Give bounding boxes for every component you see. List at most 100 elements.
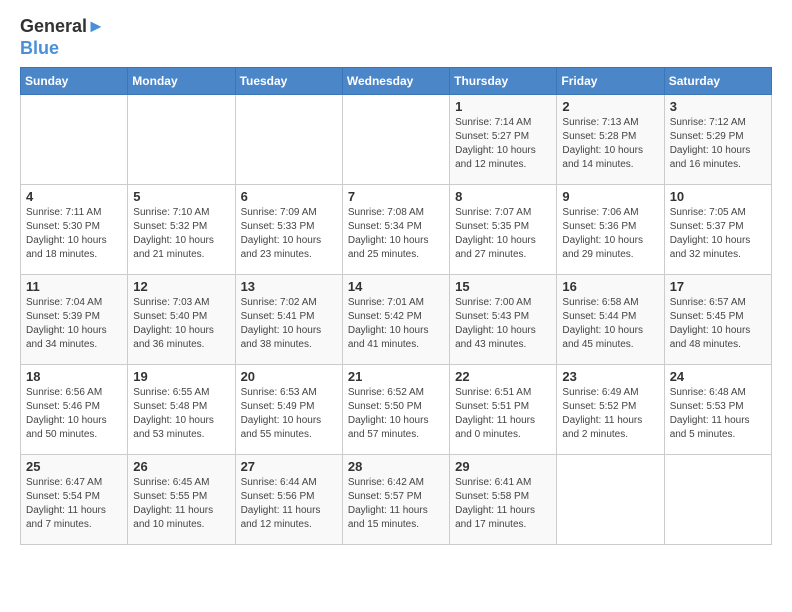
day-of-week-header: Friday bbox=[557, 68, 664, 95]
calendar-day-cell: 21 Sunrise: 6:52 AM Sunset: 5:50 PM Dayli… bbox=[342, 365, 449, 455]
day-number: 17 bbox=[670, 279, 766, 294]
calendar-day-cell: 18Sunrise: 6:56 AM Sunset: 5:46 PM Dayli… bbox=[21, 365, 128, 455]
day-info: Sunrise: 7:00 AM Sunset: 5:43 PM Dayligh… bbox=[455, 296, 551, 352]
day-info: Sunrise: 7:13 AM Sunset: 5:28 PM Dayligh… bbox=[562, 116, 658, 172]
day-number: 27 bbox=[241, 459, 337, 474]
day-number: 1 bbox=[455, 99, 551, 114]
calendar-day-cell: 13 Sunrise: 7:02 AM Sunset: 5:41 PM Dayli… bbox=[235, 275, 342, 365]
calendar-day-cell: 28 Sunrise: 6:42 AM Sunset: 5:57 PM Dayli… bbox=[342, 455, 449, 545]
day-number: 20 bbox=[241, 369, 337, 384]
day-info: Sunrise: 6:58 AM Sunset: 5:44 PM Dayligh… bbox=[562, 296, 658, 352]
day-of-week-header: Sunday bbox=[21, 68, 128, 95]
calendar-day-cell bbox=[128, 95, 235, 185]
day-info: Sunrise: 7:04 AM Sunset: 5:39 PM Dayligh… bbox=[26, 296, 122, 352]
day-info: Sunrise: 7:09 AM Sunset: 5:33 PM Dayligh… bbox=[241, 206, 337, 262]
day-of-week-header: Thursday bbox=[450, 68, 557, 95]
day-number: 21 bbox=[348, 369, 444, 384]
day-info: Sunrise: 7:05 AM Sunset: 5:37 PM Dayligh… bbox=[670, 206, 766, 262]
calendar-day-cell: 14 Sunrise: 7:01 AM Sunset: 5:42 PM Dayli… bbox=[342, 275, 449, 365]
day-number: 24 bbox=[670, 369, 766, 384]
calendar-day-cell bbox=[557, 455, 664, 545]
day-number: 10 bbox=[670, 189, 766, 204]
calendar-day-cell: 27 Sunrise: 6:44 AM Sunset: 5:56 PM Dayli… bbox=[235, 455, 342, 545]
day-of-week-header: Saturday bbox=[664, 68, 771, 95]
day-number: 23 bbox=[562, 369, 658, 384]
day-of-week-header: Tuesday bbox=[235, 68, 342, 95]
day-info: Sunrise: 6:55 AM Sunset: 5:48 PM Dayligh… bbox=[133, 386, 229, 442]
day-number: 11 bbox=[26, 279, 122, 294]
day-number: 26 bbox=[133, 459, 229, 474]
day-info: Sunrise: 6:57 AM Sunset: 5:45 PM Dayligh… bbox=[670, 296, 766, 352]
calendar-week-row: 11 Sunrise: 7:04 AM Sunset: 5:39 PM Dayli… bbox=[21, 275, 772, 365]
calendar-day-cell bbox=[342, 95, 449, 185]
day-number: 28 bbox=[348, 459, 444, 474]
day-info: Sunrise: 6:47 AM Sunset: 5:54 PM Dayligh… bbox=[26, 476, 122, 532]
day-number: 3 bbox=[670, 99, 766, 114]
day-number: 14 bbox=[348, 279, 444, 294]
calendar-day-cell: 12 Sunrise: 7:03 AM Sunset: 5:40 PM Dayli… bbox=[128, 275, 235, 365]
calendar-day-cell: 19 Sunrise: 6:55 AM Sunset: 5:48 PM Dayli… bbox=[128, 365, 235, 455]
calendar-day-cell: 5 Sunrise: 7:10 AM Sunset: 5:32 PM Daylig… bbox=[128, 185, 235, 275]
day-info: Sunrise: 7:12 AM Sunset: 5:29 PM Dayligh… bbox=[670, 116, 766, 172]
logo-subtext: Blue bbox=[20, 38, 105, 60]
day-info: Sunrise: 6:44 AM Sunset: 5:56 PM Dayligh… bbox=[241, 476, 337, 532]
day-info: Sunrise: 6:41 AM Sunset: 5:58 PM Dayligh… bbox=[455, 476, 551, 532]
calendar-day-cell: 9Sunrise: 7:06 AM Sunset: 5:36 PM Daylig… bbox=[557, 185, 664, 275]
calendar-day-cell: 4 Sunrise: 7:11 AM Sunset: 5:30 PM Daylig… bbox=[21, 185, 128, 275]
calendar-day-cell bbox=[664, 455, 771, 545]
calendar-day-cell: 23Sunrise: 6:49 AM Sunset: 5:52 PM Dayli… bbox=[557, 365, 664, 455]
day-info: Sunrise: 7:02 AM Sunset: 5:41 PM Dayligh… bbox=[241, 296, 337, 352]
day-info: Sunrise: 7:11 AM Sunset: 5:30 PM Dayligh… bbox=[26, 206, 122, 262]
day-number: 29 bbox=[455, 459, 551, 474]
day-info: Sunrise: 6:45 AM Sunset: 5:55 PM Dayligh… bbox=[133, 476, 229, 532]
day-info: Sunrise: 7:03 AM Sunset: 5:40 PM Dayligh… bbox=[133, 296, 229, 352]
day-info: Sunrise: 7:08 AM Sunset: 5:34 PM Dayligh… bbox=[348, 206, 444, 262]
calendar-day-cell: 7 Sunrise: 7:08 AM Sunset: 5:34 PM Daylig… bbox=[342, 185, 449, 275]
day-info: Sunrise: 7:10 AM Sunset: 5:32 PM Dayligh… bbox=[133, 206, 229, 262]
day-info: Sunrise: 7:01 AM Sunset: 5:42 PM Dayligh… bbox=[348, 296, 444, 352]
day-info: Sunrise: 7:06 AM Sunset: 5:36 PM Dayligh… bbox=[562, 206, 658, 262]
day-number: 19 bbox=[133, 369, 229, 384]
calendar-day-cell: 26 Sunrise: 6:45 AM Sunset: 5:55 PM Dayli… bbox=[128, 455, 235, 545]
day-info: Sunrise: 6:56 AM Sunset: 5:46 PM Dayligh… bbox=[26, 386, 122, 442]
calendar-day-cell: 3 Sunrise: 7:12 AM Sunset: 5:29 PM Daylig… bbox=[664, 95, 771, 185]
calendar-day-cell: 24Sunrise: 6:48 AM Sunset: 5:53 PM Dayli… bbox=[664, 365, 771, 455]
day-number: 7 bbox=[348, 189, 444, 204]
logo-text: General► bbox=[20, 16, 105, 38]
calendar-day-cell: 16 Sunrise: 6:58 AM Sunset: 5:44 PM Dayli… bbox=[557, 275, 664, 365]
calendar-day-cell: 29 Sunrise: 6:41 AM Sunset: 5:58 PM Dayli… bbox=[450, 455, 557, 545]
calendar-day-cell: 11 Sunrise: 7:04 AM Sunset: 5:39 PM Dayli… bbox=[21, 275, 128, 365]
day-number: 25 bbox=[26, 459, 122, 474]
day-info: Sunrise: 6:52 AM Sunset: 5:50 PM Dayligh… bbox=[348, 386, 444, 442]
calendar-day-cell: 25 Sunrise: 6:47 AM Sunset: 5:54 PM Dayli… bbox=[21, 455, 128, 545]
page-header: General► Blue bbox=[20, 16, 772, 59]
calendar-day-cell: 10 Sunrise: 7:05 AM Sunset: 5:37 PM Dayli… bbox=[664, 185, 771, 275]
calendar-week-row: 18Sunrise: 6:56 AM Sunset: 5:46 PM Dayli… bbox=[21, 365, 772, 455]
calendar-week-row: 4 Sunrise: 7:11 AM Sunset: 5:30 PM Daylig… bbox=[21, 185, 772, 275]
day-number: 2 bbox=[562, 99, 658, 114]
day-info: Sunrise: 7:14 AM Sunset: 5:27 PM Dayligh… bbox=[455, 116, 551, 172]
calendar-week-row: 1 Sunrise: 7:14 AM Sunset: 5:27 PM Daylig… bbox=[21, 95, 772, 185]
day-number: 15 bbox=[455, 279, 551, 294]
day-info: Sunrise: 6:42 AM Sunset: 5:57 PM Dayligh… bbox=[348, 476, 444, 532]
day-number: 4 bbox=[26, 189, 122, 204]
day-number: 12 bbox=[133, 279, 229, 294]
day-number: 5 bbox=[133, 189, 229, 204]
day-number: 16 bbox=[562, 279, 658, 294]
calendar-table: SundayMondayTuesdayWednesdayThursdayFrid… bbox=[20, 67, 772, 545]
calendar-day-cell bbox=[21, 95, 128, 185]
calendar-day-cell: 2 Sunrise: 7:13 AM Sunset: 5:28 PM Daylig… bbox=[557, 95, 664, 185]
day-of-week-header: Monday bbox=[128, 68, 235, 95]
day-number: 8 bbox=[455, 189, 551, 204]
day-info: Sunrise: 6:51 AM Sunset: 5:51 PM Dayligh… bbox=[455, 386, 551, 442]
calendar-header-row: SundayMondayTuesdayWednesdayThursdayFrid… bbox=[21, 68, 772, 95]
calendar-day-cell: 20 Sunrise: 6:53 AM Sunset: 5:49 PM Dayli… bbox=[235, 365, 342, 455]
day-number: 6 bbox=[241, 189, 337, 204]
day-number: 22 bbox=[455, 369, 551, 384]
day-number: 13 bbox=[241, 279, 337, 294]
calendar-day-cell bbox=[235, 95, 342, 185]
calendar-day-cell: 6 Sunrise: 7:09 AM Sunset: 5:33 PM Daylig… bbox=[235, 185, 342, 275]
calendar-day-cell: 8Sunrise: 7:07 AM Sunset: 5:35 PM Daylig… bbox=[450, 185, 557, 275]
calendar-day-cell: 15 Sunrise: 7:00 AM Sunset: 5:43 PM Dayli… bbox=[450, 275, 557, 365]
day-info: Sunrise: 6:53 AM Sunset: 5:49 PM Dayligh… bbox=[241, 386, 337, 442]
